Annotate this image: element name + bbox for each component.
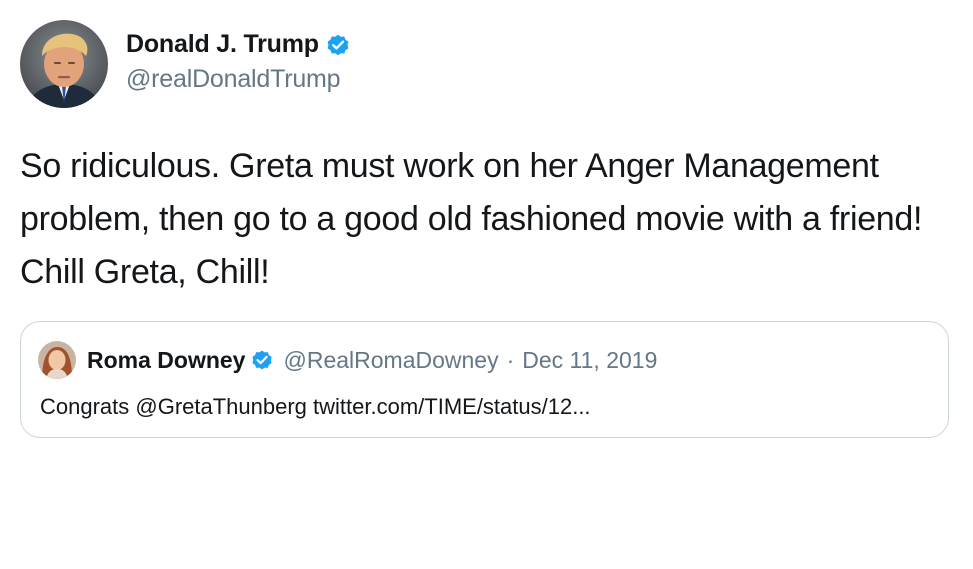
tweet-text: So ridiculous. Greta must work on her An… (20, 147, 923, 291)
tweet-card: Donald J. Trump @realDonaldTrump So ridi… (0, 0, 973, 569)
quoted-author-display-name[interactable]: Roma Downey (87, 347, 245, 374)
author-names: Donald J. Trump @realDonaldTrump (126, 30, 351, 94)
quoted-author-avatar[interactable] (38, 341, 76, 379)
author-handle[interactable]: @realDonaldTrump (126, 65, 351, 94)
quoted-tweet-header: Roma Downey @RealRomaDowney · Dec 11, 20… (38, 341, 657, 379)
author-name-row: Donald J. Trump (126, 30, 351, 59)
author-display-name[interactable]: Donald J. Trump (126, 30, 319, 59)
quoted-tweet-text: Congrats @GretaThunberg twitter.com/TIME… (40, 394, 591, 419)
quoted-author-handle[interactable]: @RealRomaDowney (283, 347, 498, 374)
tweet-header: Donald J. Trump @realDonaldTrump (20, 20, 351, 108)
verified-badge-icon (325, 32, 351, 58)
quoted-tweet-date[interactable]: Dec 11, 2019 (522, 347, 657, 374)
quoted-tweet[interactable]: Roma Downey @RealRomaDowney · Dec 11, 20… (20, 321, 949, 438)
verified-badge-icon (250, 348, 274, 372)
quoted-tweet-separator: · (506, 346, 515, 373)
author-avatar[interactable] (20, 20, 108, 108)
